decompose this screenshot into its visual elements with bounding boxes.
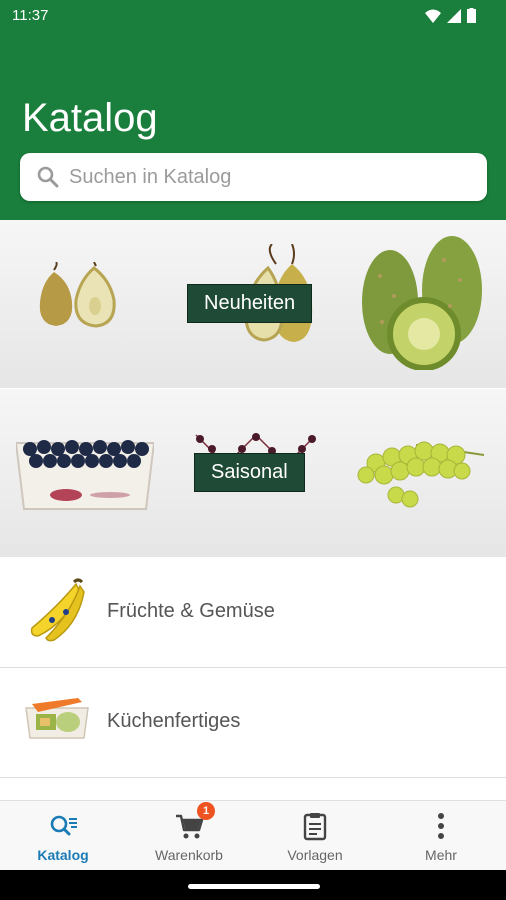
status-bar: 11:37 (0, 0, 506, 30)
more-vertical-icon (438, 813, 444, 839)
banner-label: Neuheiten (187, 284, 313, 323)
pears-image (39, 262, 116, 328)
blueberries-image (16, 440, 154, 510)
page-title: Katalog (22, 96, 158, 140)
search-icon (37, 166, 59, 188)
category-label: Früchte & Gemüse (107, 600, 275, 622)
banner-label: Saisonal (194, 453, 305, 492)
vegetable-tray-icon (25, 698, 89, 739)
category-label: Küchenfertiges (107, 710, 241, 732)
search-input[interactable]: Suchen in Katalog (20, 153, 487, 201)
battery-icon (467, 8, 476, 23)
tab-warenkorb[interactable]: Warenkorb (126, 801, 252, 871)
status-time: 11:37 (12, 7, 49, 24)
status-icons (425, 8, 476, 23)
tab-katalog[interactable]: Katalog (0, 801, 126, 871)
tab-label: Mehr (425, 847, 457, 863)
tab-mehr[interactable]: Mehr (378, 801, 504, 871)
banner-neuheiten[interactable]: Neuheiten (0, 220, 506, 388)
cactus-fruits-image (362, 236, 482, 370)
tab-label: Warenkorb (155, 847, 223, 863)
category-item-kuechenfertiges[interactable]: Küchenfertiges (0, 668, 506, 778)
wifi-icon (425, 9, 441, 23)
bottom-tab-bar: Katalog Warenkorb Vorlagen Mehr (0, 800, 506, 871)
tab-label: Katalog (37, 847, 89, 863)
app-bar: Katalog Suchen in Katalog (0, 30, 506, 220)
grapes-image (357, 441, 485, 508)
catalog-search-icon (50, 815, 77, 836)
signal-icon (447, 8, 461, 23)
clipboard-icon (303, 813, 327, 841)
banner-saisonal[interactable]: Saisonal (0, 389, 506, 557)
cart-count-badge: 1 (197, 802, 215, 820)
tab-label: Vorlagen (287, 847, 343, 863)
banana-icon (30, 578, 85, 642)
category-item-fruechte-gemuese[interactable]: Früchte & Gemüse (0, 558, 506, 668)
tab-vorlagen[interactable]: Vorlagen (252, 801, 378, 871)
search-placeholder: Suchen in Katalog (69, 166, 232, 188)
home-gesture-handle[interactable] (188, 884, 320, 889)
